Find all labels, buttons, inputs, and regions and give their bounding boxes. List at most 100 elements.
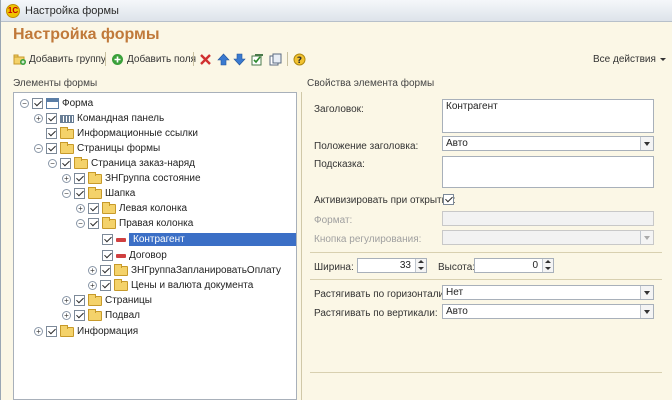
format-input[interactable] — [442, 211, 654, 226]
tree-item-plan-payment-group[interactable]: + ЗНГруппаЗапланироватьОплату — [88, 263, 281, 278]
expand-icon[interactable]: + — [88, 281, 97, 290]
tree-checkbox[interactable] — [102, 250, 113, 261]
tree-item-label: Договор — [129, 250, 167, 261]
collapse-icon[interactable]: − — [20, 99, 29, 108]
folder-icon — [60, 141, 74, 154]
tree-item-label: Подвал — [105, 310, 140, 321]
tree-item-counterparty[interactable]: Контрагент — [102, 232, 296, 247]
tree-checkbox[interactable] — [46, 128, 57, 139]
add-fields-button[interactable]: Добавить поля — [111, 50, 196, 68]
title-position-select[interactable]: Авто — [442, 136, 654, 151]
regulation-button-label: Кнопка регулирования: — [314, 234, 422, 245]
tree-item-info-links[interactable]: Информационные ссылки — [46, 126, 198, 141]
tree-checkbox[interactable] — [100, 280, 111, 291]
tree-item-label-selected: Контрагент — [129, 233, 296, 246]
expand-icon[interactable]: + — [62, 311, 71, 320]
help-button[interactable]: ? — [293, 50, 306, 68]
tree-item-label: Форма — [62, 98, 94, 109]
tree-item-info[interactable]: + Информация — [34, 324, 138, 339]
tree-item-label: Страница заказ-наряд — [91, 158, 195, 169]
tree-item-contract[interactable]: Договор — [102, 248, 167, 263]
tree-item-form[interactable]: − Форма — [20, 96, 93, 111]
spin-arrows-icon[interactable] — [415, 259, 426, 272]
svg-text:?: ? — [297, 56, 302, 66]
expand-icon[interactable]: + — [34, 114, 43, 123]
folder-icon — [102, 201, 116, 214]
move-up-icon — [217, 53, 230, 66]
delete-button[interactable] — [199, 50, 212, 68]
height-label: Высота: — [438, 262, 476, 273]
tree-checkbox[interactable] — [46, 143, 57, 154]
expand-icon[interactable]: + — [76, 204, 85, 213]
stretch-horizontal-select[interactable]: Нет — [442, 285, 654, 300]
app-logo-icon: 1С — [6, 4, 20, 18]
tree-item-command-bar[interactable]: + Командная панель — [34, 111, 164, 126]
add-group-button[interactable]: Добавить группу — [13, 50, 106, 68]
width-label: Ширина: — [314, 262, 354, 273]
expand-icon[interactable]: + — [34, 327, 43, 336]
toolbar-divider — [193, 52, 194, 66]
field-icon — [116, 237, 126, 242]
collapse-icon[interactable]: − — [48, 159, 57, 168]
collapse-icon[interactable]: − — [34, 144, 43, 153]
tree-checkbox[interactable] — [46, 113, 57, 124]
tree-item-footer[interactable]: + Подвал — [62, 308, 140, 323]
tree-item-pages[interactable]: + Страницы — [62, 293, 152, 308]
all-actions-menu[interactable]: Все действия — [593, 50, 667, 68]
help-icon: ? — [293, 53, 306, 66]
width-input[interactable]: 33 — [357, 258, 427, 273]
tree-item-state-group[interactable]: + ЗНГруппа состояние — [62, 171, 201, 186]
tree-checkbox[interactable] — [74, 295, 85, 306]
spin-arrows-icon[interactable] — [542, 259, 553, 272]
stretch-vertical-select[interactable]: Авто — [442, 304, 654, 319]
add-group-icon — [13, 53, 26, 66]
check-all-button[interactable] — [251, 50, 264, 68]
title-position-label: Положение заголовка: — [314, 141, 419, 152]
height-input[interactable]: 0 — [474, 258, 554, 273]
tree-checkbox[interactable] — [46, 326, 57, 337]
tree-item-order-page[interactable]: − Страница заказ-наряд — [48, 156, 195, 171]
move-up-button[interactable] — [217, 50, 230, 68]
tree-header: Элементы формы — [13, 78, 98, 89]
tree-item-form-pages[interactable]: − Страницы формы — [34, 141, 160, 156]
folder-icon — [60, 126, 74, 139]
expand-icon[interactable]: + — [88, 266, 97, 275]
page-title: Настройка формы — [13, 26, 160, 43]
regulation-button-select[interactable] — [442, 230, 654, 245]
tree-item-right-column[interactable]: − Правая колонка — [76, 216, 193, 231]
title-bar: 1С Настройка формы — [1, 0, 672, 22]
tree-checkbox[interactable] — [102, 234, 113, 245]
collapse-icon[interactable]: − — [62, 189, 71, 198]
tree-item-prices-currency[interactable]: + Цены и валюта документа — [88, 278, 253, 293]
collapse-icon[interactable]: − — [76, 219, 85, 228]
folder-icon — [114, 263, 128, 276]
stretch-vertical-value: Авто — [446, 306, 468, 317]
tree-item-label: Информация — [77, 326, 139, 337]
tree-item-label: ЗНГруппа состояние — [105, 173, 201, 184]
tree-checkbox[interactable] — [88, 218, 99, 229]
activate-on-open-checkbox[interactable] — [443, 194, 454, 205]
move-down-button[interactable] — [233, 50, 246, 68]
tree-checkbox[interactable] — [74, 173, 85, 184]
chevron-down-icon[interactable] — [640, 231, 653, 244]
form-elements-tree[interactable]: − Форма + Командная панель Информационны… — [13, 92, 297, 400]
tree-checkbox[interactable] — [74, 310, 85, 321]
tree-checkbox[interactable] — [32, 98, 43, 109]
expand-icon[interactable]: + — [62, 174, 71, 183]
tree-item-header[interactable]: − Шапка — [62, 186, 135, 201]
tree-checkbox[interactable] — [100, 265, 111, 276]
tree-checkbox[interactable] — [60, 158, 71, 169]
chevron-down-icon[interactable] — [640, 286, 653, 299]
tree-checkbox[interactable] — [88, 203, 99, 214]
copy-button[interactable] — [269, 50, 282, 68]
tree-item-label: Страницы формы — [77, 143, 161, 154]
chevron-down-icon[interactable] — [640, 137, 653, 150]
toolbar: Добавить группу Добавить поля ? Все дейс… — [13, 50, 667, 68]
chevron-down-icon[interactable] — [640, 305, 653, 318]
hint-input[interactable] — [442, 156, 654, 188]
title-input[interactable]: Контрагент — [442, 99, 654, 133]
height-value: 0 — [532, 260, 538, 271]
tree-item-left-column[interactable]: + Левая колонка — [76, 201, 187, 216]
expand-icon[interactable]: + — [62, 296, 71, 305]
tree-checkbox[interactable] — [74, 188, 85, 199]
